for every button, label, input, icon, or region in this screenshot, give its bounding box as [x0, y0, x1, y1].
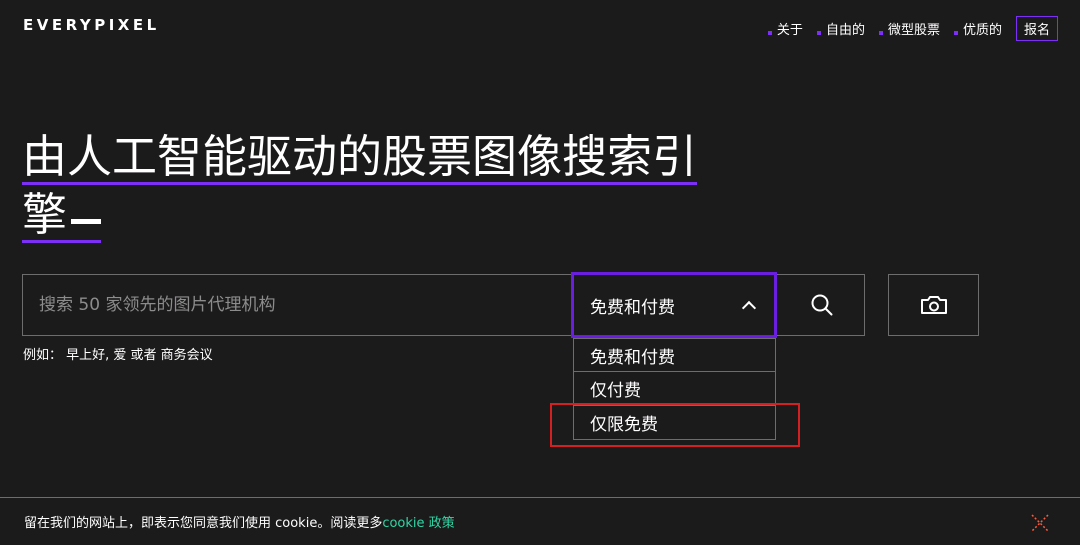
- chevron-up-icon: [741, 300, 757, 315]
- nav-dot: [953, 31, 958, 35]
- license-filter-value: 免费和付费: [590, 297, 675, 318]
- license-filter-select[interactable]: 免费和付费: [571, 272, 777, 338]
- headline-line-2: 擎: [22, 186, 102, 244]
- headline-line-2-text: 擎: [22, 188, 68, 241]
- page-title: 由人工智能驱动的股票图像搜索引 擎: [22, 128, 852, 244]
- search-button[interactable]: [779, 274, 865, 336]
- logo[interactable]: EVERYPIXEL: [23, 16, 160, 34]
- image-search-button[interactable]: [888, 274, 979, 336]
- nav-item-microstock[interactable]: 微型股票: [878, 19, 940, 38]
- typing-cursor: [71, 219, 102, 224]
- nav-item-label: 自由的: [825, 23, 865, 38]
- annotation-highlight-box: [550, 403, 800, 447]
- dropdown-option-free-and-paid[interactable]: 免费和付费: [573, 338, 776, 372]
- cookie-policy-link[interactable]: cookie 政策: [382, 512, 454, 531]
- camera-icon: [920, 296, 947, 314]
- nav-item-label: 关于: [776, 23, 803, 38]
- nav-dot: [816, 31, 821, 35]
- search-examples: 例如： 早上好, 爱 或者 商务会议: [23, 348, 213, 363]
- dropdown-option-paid-only[interactable]: 仅付费: [573, 372, 776, 406]
- nav-item-about[interactable]: 关于: [767, 19, 803, 38]
- search-icon: [811, 294, 833, 316]
- nav-item-label: 优质的: [962, 23, 1002, 38]
- nav-item-premium[interactable]: 优质的: [953, 19, 1002, 38]
- nav-item-free[interactable]: 自由的: [816, 19, 865, 38]
- nav-dot: [878, 31, 883, 35]
- signup-button[interactable]: 报名: [1015, 16, 1058, 41]
- close-icon[interactable]: [1030, 513, 1050, 533]
- cookie-banner: 留在我们的网站上，即表示您同意我们使用 cookie。阅读更多 cookie 政策: [0, 497, 1080, 545]
- nav-item-label: 微型股票: [887, 23, 940, 38]
- top-nav: 关于 自由的 微型股票 优质的 报名: [767, 16, 1058, 41]
- headline-line-1: 由人工智能驱动的股票图像搜索引: [22, 128, 698, 186]
- cookie-text: 留在我们的网站上，即表示您同意我们使用 cookie。阅读更多: [24, 516, 383, 531]
- nav-dot: [767, 31, 772, 35]
- search-input[interactable]: [23, 275, 571, 335]
